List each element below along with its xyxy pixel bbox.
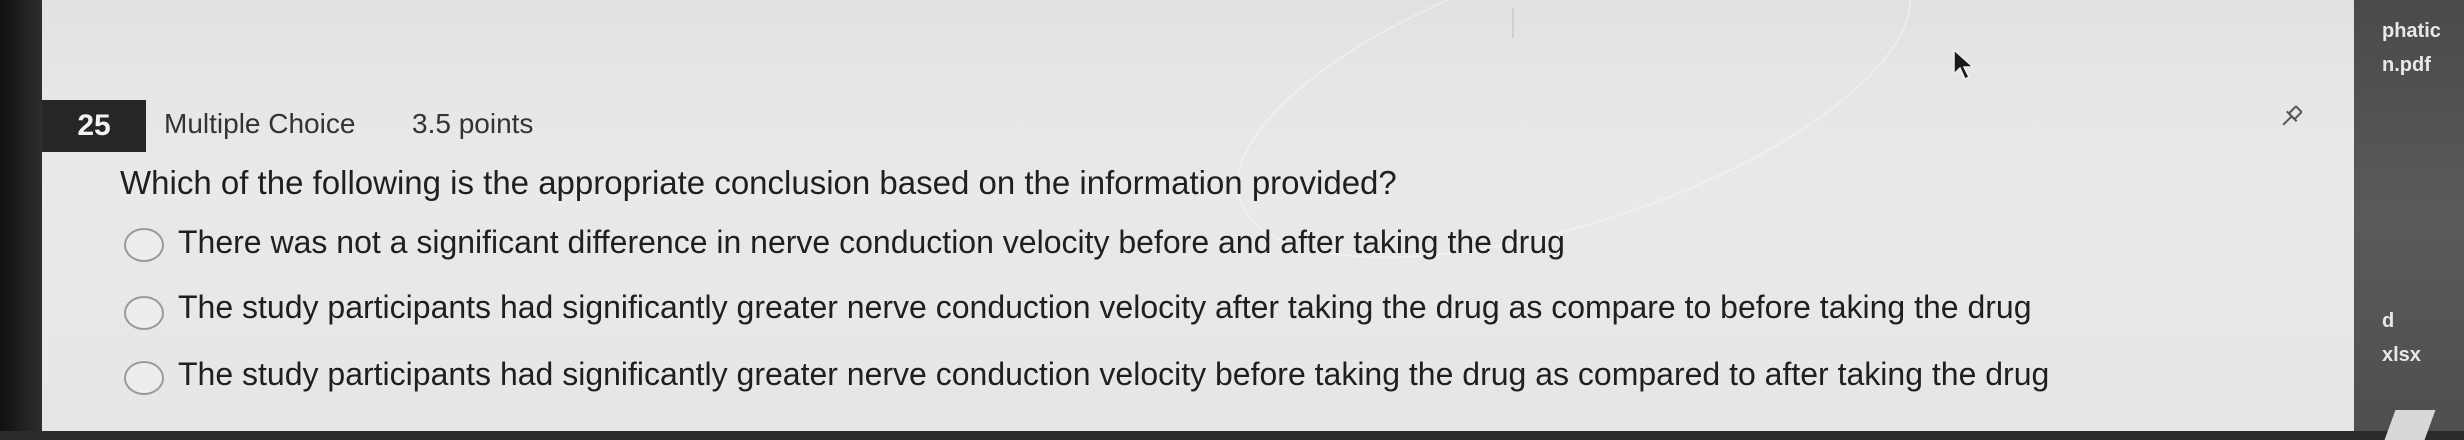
radio-button[interactable]: [124, 361, 164, 395]
side-panel: phatic n.pdf d xlsx: [2354, 0, 2464, 440]
file-name-1-ext[interactable]: n.pdf: [2382, 54, 2431, 77]
question-points: 3.5 points: [412, 108, 534, 139]
pin-icon[interactable]: [2270, 96, 2312, 138]
question-type: Multiple Choice: [164, 108, 356, 139]
panel-corner: [2384, 410, 2436, 440]
option-3[interactable]: [124, 355, 164, 401]
mouse-cursor-icon: [1952, 48, 1978, 87]
option-2[interactable]: [124, 290, 164, 336]
question-number: 25: [42, 100, 146, 152]
option-2-label[interactable]: The study participants had significantly…: [178, 289, 2032, 326]
divider: [1512, 8, 1514, 38]
quiz-screen: 25 Multiple Choice 3.5 points Which of t…: [42, 0, 2354, 431]
option-1[interactable]: [124, 222, 164, 268]
radio-button[interactable]: [124, 228, 164, 262]
option-3-label[interactable]: The study participants had significantly…: [178, 356, 2049, 393]
file-name-2-ext[interactable]: xlsx: [2382, 344, 2421, 367]
radio-button[interactable]: [124, 296, 164, 330]
question-text: Which of the following is the appropriat…: [120, 164, 1397, 201]
file-name-1[interactable]: phatic: [2382, 20, 2441, 43]
top-strip: [42, 0, 2354, 95]
file-name-2[interactable]: d: [2382, 310, 2394, 333]
left-bezel: [0, 0, 42, 431]
option-1-label[interactable]: There was not a significant difference i…: [178, 224, 1565, 261]
